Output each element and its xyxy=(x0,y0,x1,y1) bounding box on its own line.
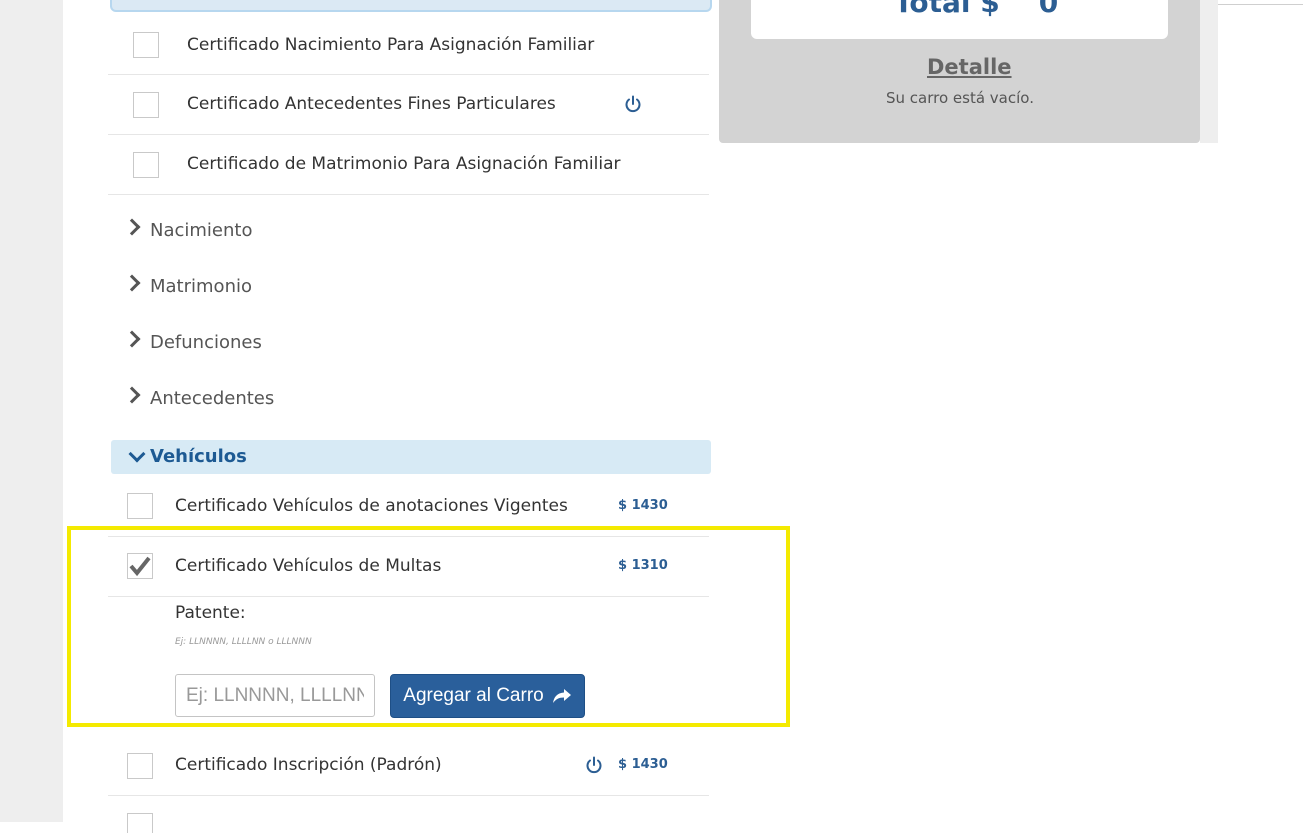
section-label: Matrimonio xyxy=(150,276,252,297)
power-icon[interactable] xyxy=(585,756,603,774)
chevron-right-icon xyxy=(124,387,141,404)
cart-panel-edge xyxy=(1200,0,1218,143)
section-vehiculos[interactable]: Vehículos xyxy=(111,440,711,474)
section-label: Vehículos xyxy=(150,446,247,467)
list-item: Certificado de Matrimonio Para Asignació… xyxy=(108,135,709,195)
chevron-down-icon xyxy=(129,446,146,463)
chevron-right-icon xyxy=(124,331,141,348)
section-label: Defunciones xyxy=(150,332,262,353)
section-antecedentes[interactable]: Antecedentes xyxy=(126,388,274,409)
cart-total-card: Total $ 0 xyxy=(751,0,1168,39)
list-item: Certificado Antecedentes Fines Particula… xyxy=(108,75,709,135)
section-header-remnant xyxy=(110,0,712,12)
section-nacimiento[interactable]: Nacimiento xyxy=(126,220,252,241)
list-item: Certificado Nacimiento Para Asignación F… xyxy=(108,15,709,75)
left-margin xyxy=(0,0,63,822)
certificate-label: Certificado Nacimiento Para Asignación F… xyxy=(187,35,594,55)
certificate-label: Certificado de Matrimonio Para Asignació… xyxy=(187,154,620,174)
power-icon[interactable] xyxy=(624,95,642,113)
certificate-checkbox[interactable] xyxy=(133,32,159,58)
chevron-right-icon xyxy=(124,219,141,236)
certificate-label: Certificado Vehículos de anotaciones Vig… xyxy=(175,496,568,516)
chevron-right-icon xyxy=(124,275,141,292)
list-item: Certificado Inscripción (Padrón) $ 1430 xyxy=(108,736,709,796)
certificate-checkbox[interactable] xyxy=(127,813,153,833)
certificate-checkbox[interactable] xyxy=(133,152,159,178)
cart-detail-link[interactable]: Detalle xyxy=(927,55,1012,79)
certificate-checkbox[interactable] xyxy=(133,92,159,118)
certificate-label: Certificado Antecedentes Fines Particula… xyxy=(187,94,556,114)
price-label: $ 1430 xyxy=(618,498,668,513)
section-defunciones[interactable]: Defunciones xyxy=(126,332,262,353)
highlight-box xyxy=(67,526,790,727)
cart-empty-message: Su carro está vacío. xyxy=(886,89,1034,107)
section-label: Nacimiento xyxy=(150,220,252,241)
certificate-checkbox[interactable] xyxy=(127,753,153,779)
cart-total: Total $ 0 xyxy=(894,0,1058,19)
section-label: Antecedentes xyxy=(150,388,274,409)
price-label: $ 1430 xyxy=(618,757,668,772)
certificate-label: Certificado Inscripción (Padrón) xyxy=(175,755,442,775)
certificate-checkbox[interactable] xyxy=(127,493,153,519)
section-matrimonio[interactable]: Matrimonio xyxy=(126,276,252,297)
